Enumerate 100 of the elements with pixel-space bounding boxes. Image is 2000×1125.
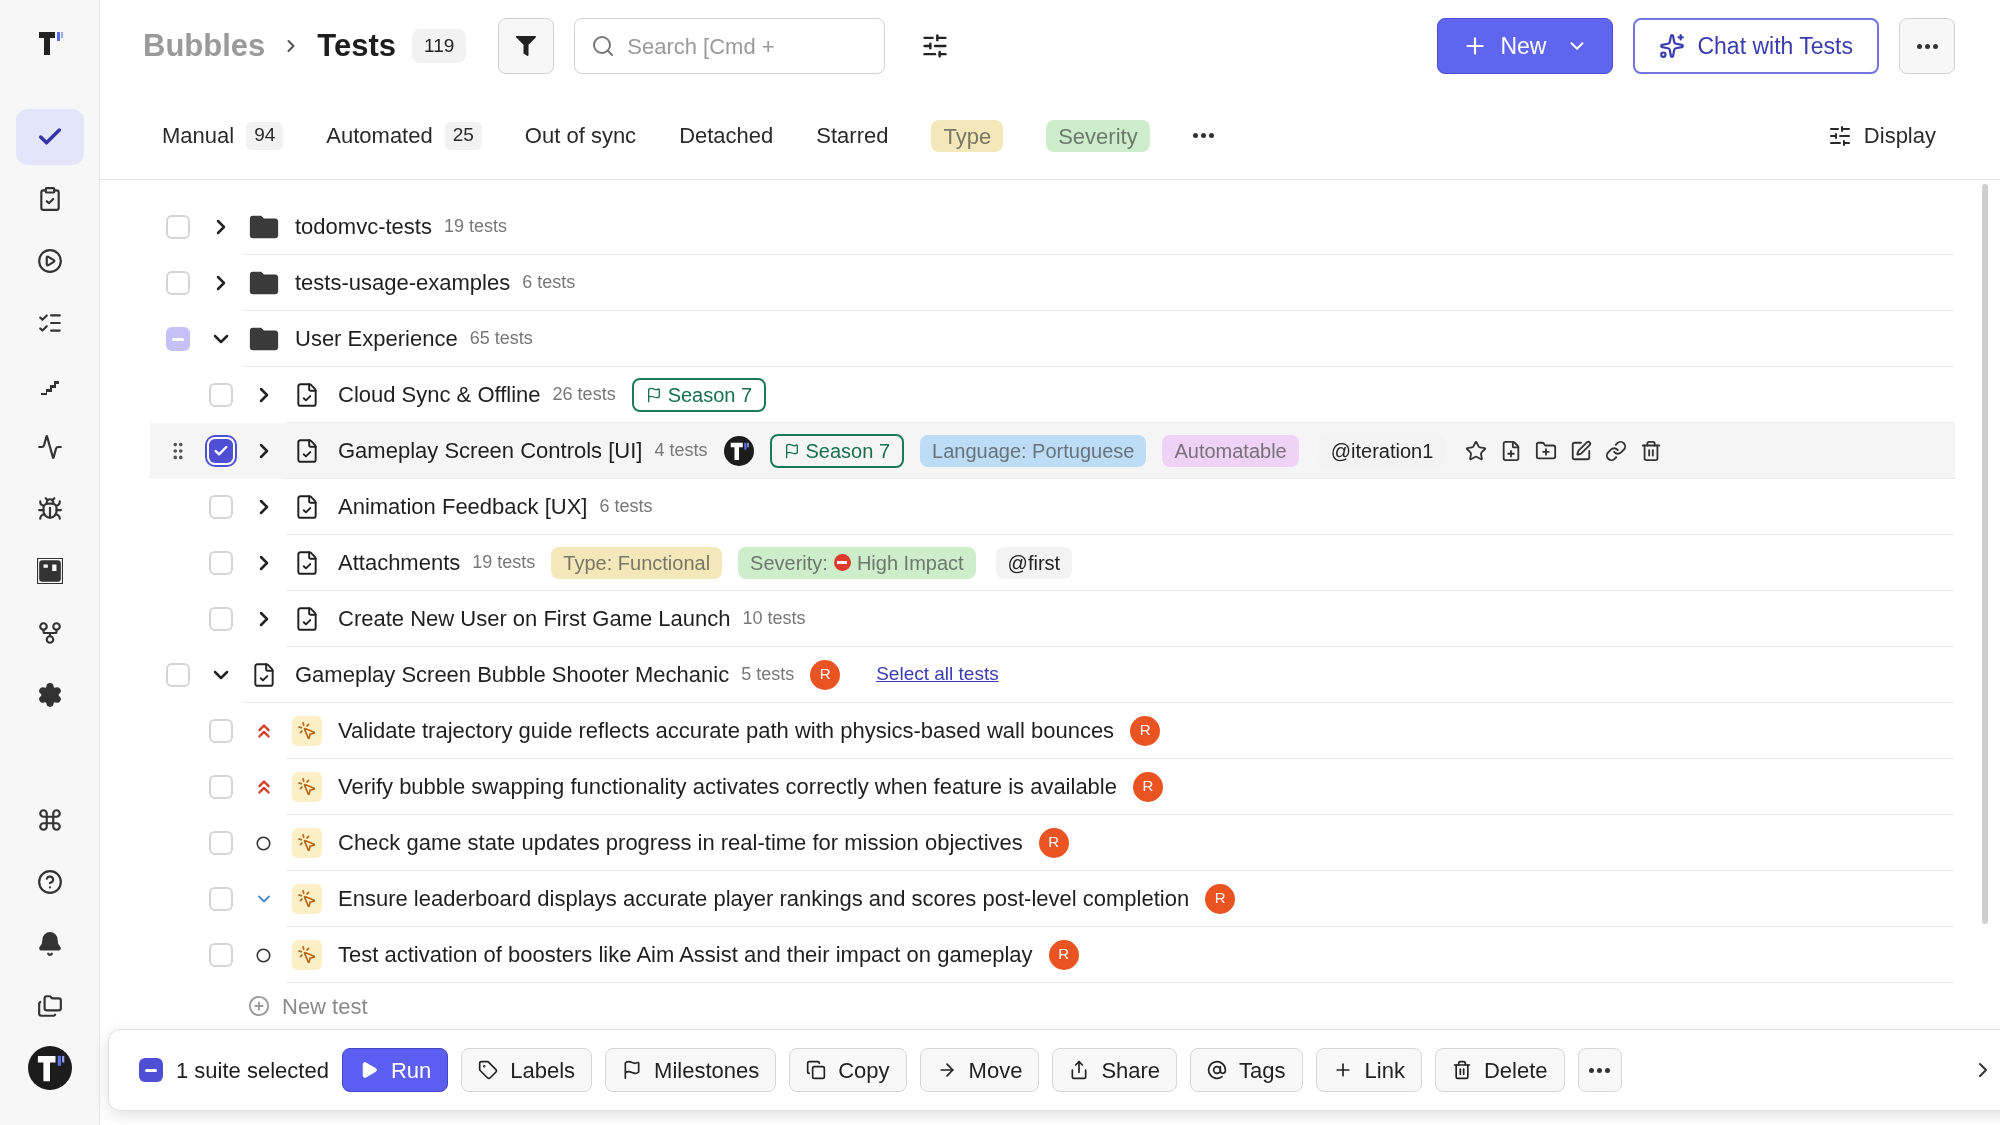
filter-tab[interactable]: Manual 94 [162, 119, 284, 152]
checkbox[interactable] [139, 1058, 163, 1082]
folder-name[interactable]: todomvc-tests [295, 210, 432, 243]
checkbox[interactable] [208, 607, 233, 631]
select-all-link[interactable]: Select all tests [876, 660, 999, 689]
folder-name[interactable]: tests-usage-examples [295, 266, 511, 299]
filter-chip[interactable]: Severity [1046, 119, 1150, 152]
suite-name[interactable]: Create New User on First Game Launch [338, 602, 731, 635]
severity-value: High Impact [856, 550, 964, 576]
bell-icon [36, 931, 63, 957]
more-icon[interactable] [1192, 133, 1214, 138]
display-button[interactable]: Display [1827, 119, 1936, 152]
action-button[interactable]: Run [341, 1048, 449, 1092]
tree-row[interactable]: todomvc-tests 19 tests [150, 199, 1955, 255]
tree-row[interactable]: Validate trajectory guide reflects accurate path with physics-based wall bounces R [150, 703, 1955, 759]
action-button[interactable]: Delete [1434, 1048, 1565, 1092]
minus-icon [145, 1068, 157, 1072]
avatar: R [810, 659, 841, 690]
suite-name[interactable]: Animation Feedback [UX] [338, 490, 588, 523]
checkbox[interactable] [208, 719, 233, 743]
checkbox[interactable] [208, 943, 233, 967]
more-icon [1589, 1067, 1611, 1073]
logo-icon [723, 435, 754, 466]
filter-button[interactable] [498, 18, 555, 74]
action-button[interactable]: Tags [1190, 1048, 1303, 1092]
checkbox[interactable] [165, 663, 190, 687]
test-count: 6 tests [522, 271, 576, 294]
filter-chip[interactable]: Type [931, 119, 1004, 152]
test-name[interactable]: Ensure leaderboard displays accurate player rankings and scores post-level completion [338, 882, 1190, 915]
test-count: 65 tests [469, 327, 533, 350]
checkbox[interactable] [208, 551, 233, 575]
more-icon [1916, 43, 1938, 49]
action-button[interactable]: Share [1052, 1048, 1178, 1092]
add-test-icon[interactable] [248, 995, 270, 1017]
checkbox[interactable] [208, 887, 233, 911]
sliders-icon [1827, 123, 1852, 148]
new-button[interactable]: New [1437, 18, 1614, 74]
tree-row[interactable]: Gameplay Screen Controls [UI] 4 tests Season 7 Language: Portuguese Automatable @iteration1 [150, 423, 1955, 479]
test-name[interactable]: Validate trajectory guide reflects accurate path with physics-based wall bounces [338, 714, 1115, 747]
avatar: R [1133, 771, 1163, 802]
test-count: 4 tests [654, 439, 708, 462]
scrollbar[interactable] [1982, 184, 1988, 924]
avatar: R [1130, 715, 1161, 746]
cursor-click-icon [291, 771, 322, 802]
tree-row[interactable]: Test activation of boosters like Aim Assist and their impact on gameplay R [150, 927, 1955, 983]
test-name[interactable]: Verify bubble swapping functionality activates correctly when feature is available [338, 770, 1117, 803]
search-box[interactable]: Search [Cmd + [574, 18, 886, 74]
link-icon[interactable] [1605, 439, 1628, 462]
page-title: Tests [317, 26, 396, 65]
edit-icon[interactable] [1570, 439, 1593, 462]
trash-icon [1451, 1060, 1472, 1080]
test-count: 19 tests [472, 551, 536, 574]
tree-row[interactable]: tests-usage-examples 6 tests [150, 255, 1955, 311]
tree-row[interactable]: User Experience 65 tests [150, 311, 1955, 367]
tree-row[interactable]: Verify bubble swapping functionality activates correctly when feature is available R [150, 759, 1955, 815]
tree-row[interactable]: Attachments 19 tests Type: Functional Severity: High Impact @first [150, 535, 1955, 591]
filter-tab[interactable]: Automated 25 [326, 119, 482, 152]
suite-name[interactable]: Gameplay Screen Controls [UI] [338, 434, 643, 467]
checkbox[interactable] [165, 327, 190, 351]
action-button[interactable]: Link [1315, 1048, 1422, 1092]
suite-name[interactable]: Gameplay Screen Bubble Shooter Mechanic [295, 658, 730, 691]
action-button[interactable]: Labels [461, 1048, 593, 1092]
chat-button[interactable]: Chat with Tests [1633, 18, 1879, 74]
checkbox[interactable] [165, 271, 190, 295]
avatar: R [1038, 827, 1069, 858]
test-count: 26 tests [552, 383, 616, 406]
folders-icon [36, 993, 63, 1019]
folder-name[interactable]: User Experience [295, 322, 458, 355]
cursor-click-icon [291, 715, 322, 746]
sparkles-icon [1659, 33, 1686, 59]
tree-row[interactable]: Ensure leaderboard displays accurate player rankings and scores post-level completion R [150, 871, 1955, 927]
checkbox[interactable] [208, 495, 233, 519]
search-field[interactable]: Search [Cmd + [627, 29, 869, 63]
folder-plus-icon[interactable] [1535, 439, 1558, 462]
trash-icon[interactable] [1640, 439, 1663, 462]
selection-summary: 1 suite selected [176, 1056, 329, 1085]
checkbox[interactable] [208, 831, 233, 855]
tree-row[interactable]: Create New User on First Game Launch 10 tests [150, 591, 1955, 647]
action-button[interactable]: Move [919, 1048, 1040, 1092]
checkbox[interactable] [165, 215, 190, 239]
test-name[interactable]: Test activation of boosters like Aim Assist and their impact on gameplay [338, 938, 1033, 971]
checkbox[interactable] [208, 383, 233, 407]
suite-name[interactable]: Cloud Sync & Offline [338, 378, 541, 411]
test-count: 5 tests [741, 663, 795, 686]
suite-name[interactable]: Attachments [338, 546, 461, 579]
filter-tab[interactable]: Detached [679, 119, 774, 152]
tree-row[interactable]: Gameplay Screen Bubble Shooter Mechanic 5 tests R Select all tests [150, 647, 1955, 703]
filter-tab[interactable]: Out of sync [524, 119, 637, 152]
sliders-icon[interactable] [921, 32, 950, 60]
checkbox[interactable] [208, 775, 233, 799]
test-name[interactable]: Check game state updates progress in real-time for mission objectives [338, 826, 1023, 859]
more-button[interactable] [1577, 1048, 1622, 1092]
tree-row[interactable]: Animation Feedback [UX] 6 tests [150, 479, 1955, 535]
tree-row[interactable]: Check game state updates progress in real-time for mission objectives R [150, 815, 1955, 871]
filter-tab[interactable]: Starred [816, 119, 889, 152]
action-button[interactable]: Milestones [605, 1048, 777, 1092]
star-icon[interactable] [1465, 439, 1488, 462]
action-button[interactable]: Copy [789, 1048, 907, 1092]
tab-count: 94 [246, 121, 284, 150]
sidebar-item[interactable] [15, 109, 84, 165]
